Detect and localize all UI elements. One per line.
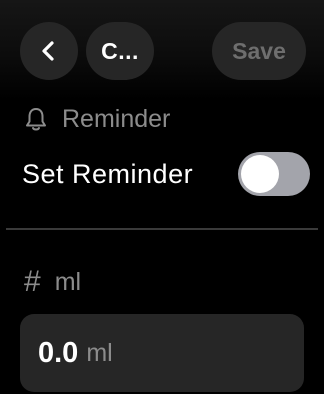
reminder-section-label: Reminder (62, 104, 171, 133)
set-reminder-label: Set Reminder (22, 158, 194, 189)
toggle-knob (241, 155, 279, 193)
bell-icon (26, 108, 46, 131)
divider (6, 228, 318, 230)
reminder-section-header: Reminder (22, 103, 170, 135)
quantity-field[interactable]: 0.0 ml (20, 314, 304, 392)
quantity-section-header: # ml (24, 264, 81, 300)
set-reminder-row: Set Reminder (22, 152, 310, 196)
title-label: C... (101, 37, 139, 64)
top-bar: C... Save (0, 0, 324, 100)
chevron-left-icon (42, 41, 54, 61)
set-reminder-toggle[interactable] (238, 152, 310, 196)
quantity-unit: ml (86, 338, 113, 367)
quantity-value: 0.0 (38, 336, 79, 369)
title-button[interactable]: C... (86, 22, 154, 80)
hash-icon: # (24, 265, 41, 298)
unit-label: ml (54, 267, 82, 296)
save-button[interactable]: Save (212, 22, 306, 80)
back-button[interactable] (20, 22, 78, 80)
save-label: Save (232, 37, 286, 64)
